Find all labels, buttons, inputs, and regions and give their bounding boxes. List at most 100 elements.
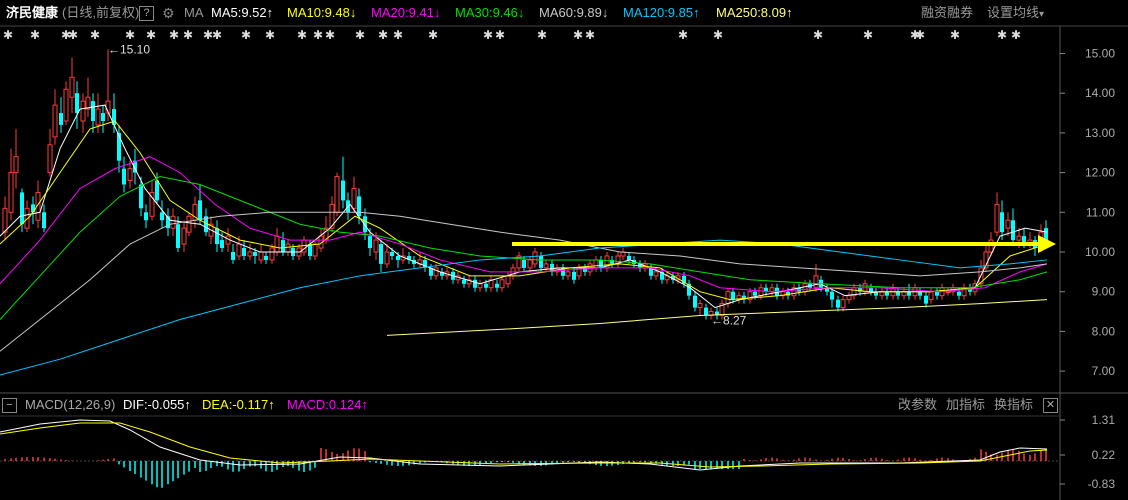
candle-body-down bbox=[473, 279, 477, 288]
chart-grid: ✱ ✱ ✱✱ ✱ ✱ ✱ ✱ ✱ ✱✱ ✱ ✱ ✱ ✱ ✱ ✱ ✱ ✱ ✱ ✱ ✱ ✱ ✱ ✱ ✱ ✱ ✱ ✱ ✱✱ ✱ ✱ ✱ bbox=[0, 25, 1128, 500]
event-marker: ✱ bbox=[813, 28, 823, 42]
candle-body-down bbox=[308, 244, 312, 256]
candle-body-up bbox=[1005, 219, 1011, 229]
low-annotation: ←8.27 bbox=[711, 314, 747, 328]
event-marker: ✱ bbox=[90, 28, 100, 42]
candle-body-up bbox=[879, 291, 885, 297]
candle-body-down bbox=[704, 307, 708, 316]
candle-body-down bbox=[396, 255, 400, 260]
candle-body-down bbox=[144, 212, 148, 221]
candle-body-down bbox=[1000, 212, 1004, 233]
candle-body-up bbox=[285, 243, 291, 253]
candle-body-up bbox=[565, 271, 571, 277]
candle-body-down bbox=[160, 212, 164, 221]
candle-body-down bbox=[363, 216, 367, 233]
candle-body-down bbox=[341, 180, 345, 201]
candle-body-down bbox=[20, 192, 24, 225]
macd-value: MACD:0.124↑ bbox=[287, 394, 368, 416]
price-tick-label: 8.00 bbox=[1092, 324, 1116, 338]
candle-body-up bbox=[351, 187, 357, 209]
event-marker: ✱ bbox=[378, 28, 388, 42]
event-marker: ✱ bbox=[325, 28, 335, 42]
event-marker: ✱ bbox=[297, 28, 307, 42]
candle-body-up bbox=[725, 291, 731, 305]
candle-body-up bbox=[95, 108, 101, 126]
event-markers: ✱ ✱ ✱✱ ✱ ✱ ✱ ✱ ✱ ✱✱ ✱ ✱ ✱ ✱ ✱ ✱ ✱ ✱ ✱ ✱ ✱ ✱ ✱ ✱ ✱ ✱ ✱ ✱ ✱✱ ✱ ✱ ✱ bbox=[3, 28, 1021, 42]
event-marker: ✱ bbox=[313, 28, 323, 42]
candle-body-up bbox=[373, 239, 379, 253]
event-marker: ✱ bbox=[585, 28, 595, 42]
collapse-button[interactable]: − bbox=[2, 398, 17, 413]
candle-body-up bbox=[840, 299, 846, 309]
candle-body-up bbox=[312, 243, 318, 257]
macd-tick-label: -0.83 bbox=[1088, 477, 1116, 491]
candle-body-down bbox=[1011, 220, 1015, 241]
candle-body-down bbox=[231, 252, 235, 260]
candle-body-down bbox=[693, 295, 697, 308]
add-indicator-button[interactable]: 加指标 bbox=[946, 394, 985, 416]
candle-body-down bbox=[869, 287, 873, 292]
candle-body-up bbox=[247, 251, 253, 257]
macd-panel: 1.310.22-0.83 bbox=[0, 413, 1115, 491]
moving-average-lines bbox=[0, 104, 1048, 376]
change-params-button[interactable]: 改参数 bbox=[898, 394, 937, 416]
candle-body-down bbox=[836, 299, 840, 308]
candle-body-down bbox=[117, 132, 121, 161]
candle-body-down bbox=[753, 291, 757, 296]
event-marker: ✱ bbox=[30, 28, 40, 42]
price-tick-label: 7.00 bbox=[1092, 364, 1116, 378]
candle-body-down bbox=[830, 291, 834, 300]
price-tick-label: 12.00 bbox=[1085, 166, 1115, 180]
candle-body-down bbox=[572, 271, 576, 280]
event-marker: ✱ bbox=[428, 28, 438, 42]
candle-body-down bbox=[253, 252, 257, 256]
candle-body-up bbox=[186, 215, 192, 233]
candle-body-up bbox=[433, 267, 439, 277]
macd-value-text: MACD:0.124 bbox=[287, 397, 362, 412]
candle-body-down bbox=[522, 259, 526, 268]
candle-body-down bbox=[176, 224, 180, 249]
candle-body-up bbox=[80, 100, 86, 122]
event-marker: ✱ bbox=[68, 28, 78, 42]
candle-body-up bbox=[127, 168, 133, 182]
event-marker: ✱ bbox=[483, 28, 493, 42]
ma60-line bbox=[0, 211, 1048, 352]
event-marker: ✱ bbox=[713, 28, 723, 42]
candle-body-up bbox=[52, 104, 58, 138]
candle-body-down bbox=[957, 291, 961, 296]
ma10-line bbox=[0, 120, 1048, 301]
candle-body-up bbox=[1016, 235, 1022, 241]
candle-body-up bbox=[928, 291, 934, 301]
candle-body-down bbox=[75, 93, 79, 114]
switch-indicator-button[interactable]: 换指标 bbox=[994, 394, 1033, 416]
event-marker: ✱ bbox=[915, 28, 925, 42]
event-marker: ✱ bbox=[355, 28, 365, 42]
price-tick-label: 10.00 bbox=[1085, 245, 1115, 259]
event-marker: ✱ bbox=[169, 28, 179, 42]
event-marker: ✱ bbox=[678, 28, 688, 42]
price-tick-label: 13.00 bbox=[1085, 126, 1115, 140]
candle-body-down bbox=[1044, 228, 1048, 241]
candle-body-up bbox=[384, 251, 390, 265]
event-marker: ✱ bbox=[950, 28, 960, 42]
candle-body-up bbox=[653, 271, 659, 277]
candle-body-down bbox=[379, 244, 383, 264]
candle-body-up bbox=[901, 291, 907, 297]
macd-name[interactable]: MACD(12,26,9) bbox=[25, 394, 115, 416]
candle-body-down bbox=[42, 212, 46, 229]
candle-body-up bbox=[47, 144, 53, 174]
candle-body-down bbox=[539, 255, 543, 268]
event-marker: ✱ bbox=[125, 28, 135, 42]
event-marker: ✱ bbox=[183, 28, 193, 42]
candle-body-down bbox=[122, 168, 126, 185]
candle-body-down bbox=[264, 255, 268, 260]
event-marker: ✱ bbox=[3, 28, 13, 42]
candle-body-up bbox=[258, 251, 264, 261]
price-tick-label: 11.00 bbox=[1086, 205, 1115, 219]
kline-chart[interactable]: ✱ ✱ ✱✱ ✱ ✱ ✱ ✱ ✱ ✱✱ ✱ ✱ ✱ ✱ ✱ ✱ ✱ ✱ ✱ ✱ ✱ ✱ ✱ ✱ ✱ ✱ ✱ ✱ ✱✱ ✱ ✱ ✱ ←15.1… bbox=[0, 0, 1128, 500]
candle-body-up bbox=[758, 287, 764, 297]
event-marker: ✱ bbox=[146, 28, 156, 42]
high-annotation: ←15.10 bbox=[108, 43, 150, 57]
candle-body-down bbox=[91, 101, 95, 121]
close-icon[interactable]: ✕ bbox=[1043, 398, 1058, 413]
